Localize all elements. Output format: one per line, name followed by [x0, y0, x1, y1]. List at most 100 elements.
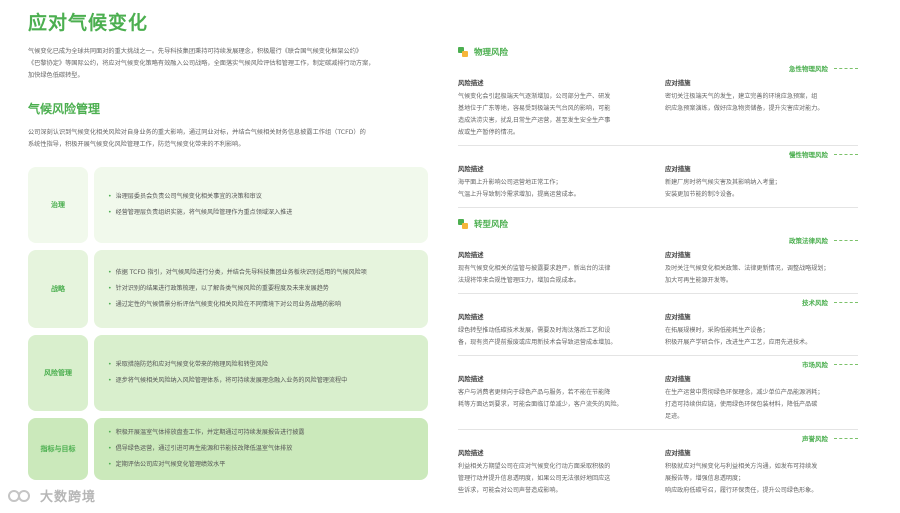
left-column: 应对气候变化 气候变化已成为全球共同面对的重大挑战之一。先导科技集团秉持可持续发… — [28, 8, 428, 487]
row-body: 治理层委员会负责公司气候变化相关事宜的决策和审议 经营管理层负责组织实施，将气候… — [94, 167, 428, 243]
dashed-divider — [834, 239, 858, 241]
risk-subtype: 慢性物理风险 — [458, 148, 858, 160]
response-measures: 应对措施 新建厂房时将气候灾害及其影响纳入考量； 安装更加节能的制冷设备。 — [665, 164, 858, 201]
text-line: 绿色转型推动低碳技术发展，需要及时淘汰落后工艺和设 — [458, 327, 611, 334]
category-physical-risk: 物理风险 — [458, 44, 858, 60]
risk-heading: 风险描述 — [458, 165, 484, 173]
bullet-item: 逐步将气候相关风险纳入风险管理体系，将可持续发展理念融入业务的风险管理流程中 — [108, 373, 414, 389]
bullet-item: 经营管理层负责组织实施，将气候风险管理作为重点领域深入推进 — [108, 205, 414, 221]
risk-subtype-label: 急性物理风险 — [789, 65, 828, 73]
page-title: 应对气候变化 — [28, 12, 149, 34]
risk-subtype-label: 政策法律风险 — [789, 237, 828, 245]
category-transition-risk: 转型风险 — [458, 216, 858, 232]
risk-subtype-label: 技术风险 — [802, 299, 828, 307]
response-heading: 应对措施 — [665, 79, 691, 87]
category-title: 物理风险 — [474, 48, 509, 58]
text-line: 气温上升导致制冷需求增加，提高运营成本。 — [458, 191, 580, 198]
text-line: 管理行动并提升信息透明度，如果公司无法很好地回应这 — [458, 475, 611, 482]
response-measures: 应对措施 在生产运营中贯彻绿色环保理念，减少单位产品能源消耗； 打造可持续供应链… — [665, 374, 858, 423]
response-measures: 应对措施 积极就应对气候变化与利益相关方沟通，如发布可持续发 展报告等，增强信息… — [665, 448, 858, 497]
risk-block: 风险描述 客户与消费者更倾向于绿色产品与服务，若不能在节能降 耗等方面达到要求，… — [458, 370, 858, 430]
dashed-divider — [834, 67, 858, 69]
risk-subtype: 市场风险 — [458, 358, 858, 370]
row-label: 治理 — [28, 167, 88, 243]
text-line: 织应急预案演练，做好应急物资储备，提升灾害应对能力。 — [665, 105, 824, 112]
text-line: 法规将带来合规性管理压力，增加合规成本。 — [458, 277, 580, 284]
response-measures: 应对措施 在拓展规模时，采购低能耗生产设备； 积极开展产学研合作，改进生产工艺，… — [665, 312, 858, 349]
dashed-divider — [834, 153, 858, 155]
text-line: 利益相关方期望公司在应对气候变化行动方面采取积极的 — [458, 463, 611, 470]
row-label: 指标与目标 — [28, 418, 88, 480]
risk-description: 风险描述 海平面上升影响公司运营地正常工作； 气温上升导致制冷需求增加，提高运营… — [458, 164, 651, 201]
risk-heading: 风险描述 — [458, 449, 484, 457]
text-line: 造成洪涝灾害，扰乱日常生产运营，甚至发生安全生产事 — [458, 117, 611, 124]
risk-heading: 风险描述 — [458, 313, 484, 321]
tcfd-row-risk-management: 风险管理 采取措施防范和应对气候变化带来的物理风险和转型风险 逐步将气候相关风险… — [28, 335, 428, 411]
text-line: 现有气候变化相关的监管与披露要求趋严，新出台的法律 — [458, 265, 611, 272]
text-line: 安装更加节能的制冷设备。 — [665, 191, 739, 198]
intro-line: 《巴黎协定》等国际公约，将应对气候变化策略有效融入公司战略，全面落实气候风险评估… — [28, 60, 375, 67]
intro-paragraph: 气候变化已成为全球共同面对的重大挑战之一。先导科技集团秉持可持续发展理念，积极履… — [28, 46, 428, 82]
risk-subtype: 技术风险 — [458, 296, 858, 308]
response-heading: 应对措施 — [665, 251, 691, 259]
right-column: 物理风险 急性物理风险 风险描述 气候变化会引起极端天气逐渐增加，公司部分生产、… — [458, 44, 858, 503]
bullet-item: 治理层委员会负责公司气候变化相关事宜的决策和审议 — [108, 189, 414, 205]
dashed-divider — [834, 437, 858, 439]
risk-description: 风险描述 绿色转型推动低碳技术发展，需要及时淘汰落后工艺和设 备，现有资产提前报… — [458, 312, 651, 349]
bullet-item: 定期评估公司应对气候变化管理绩效水平 — [108, 457, 414, 473]
watermark-text: 大数跨境 — [40, 490, 97, 505]
text-line: 故或生产暂停的情况。 — [458, 129, 519, 136]
text-line: 耗等方面达到要求，可能会面临订单减少，客户流失的风险。 — [458, 401, 623, 408]
risk-subtype: 声誉风险 — [458, 432, 858, 444]
tcfd-rows: 治理 治理层委员会负责公司气候变化相关事宜的决策和审议 经营管理层负责组织实施，… — [28, 167, 428, 480]
text-line: 在生产运营中贯彻绿色环保理念，减少单位产品能源消耗； — [665, 389, 824, 396]
response-heading: 应对措施 — [665, 449, 691, 457]
text-line: 些诉求，可能会对公司声誉造成影响。 — [458, 487, 562, 494]
row-label: 风险管理 — [28, 335, 88, 411]
dashed-divider — [834, 301, 858, 303]
risk-heading: 风险描述 — [458, 79, 484, 87]
text-line: 基地位于广东等地，容易受到极端天气台风的影响，可能 — [458, 105, 611, 112]
risk-description: 风险描述 现有气候变化相关的监管与披露要求趋严，新出台的法律 法规将带来合规性管… — [458, 250, 651, 287]
row-body: 采取措施防范和应对气候变化带来的物理风险和转型风险 逐步将气候相关风险纳入风险管… — [94, 335, 428, 411]
report-page: 应对气候变化 气候变化已成为全球共同面对的重大挑战之一。先导科技集团秉持可持续发… — [0, 0, 900, 513]
text-line: 及时关注气候变化相关政策、法律更新情况，调整战略规划； — [665, 265, 830, 272]
section-intro: 公司深刻认识到气候变化相关风险对自身业务的重大影响，通过同业对标，并结合气候相关… — [28, 127, 428, 151]
row-label: 战略 — [28, 250, 88, 328]
risk-block: 风险描述 绿色转型推动低碳技术发展，需要及时淘汰落后工艺和设 备，现有资产提前报… — [458, 308, 858, 356]
tcfd-row-strategy: 战略 依据 TCFD 指引，对气候风险进行分类，并结合先导科技集团业务板块识别适… — [28, 250, 428, 328]
category-square-icon — [458, 47, 468, 57]
risk-block: 风险描述 现有气候变化相关的监管与披露要求趋严，新出台的法律 法规将带来合规性管… — [458, 246, 858, 294]
risk-subtype-label: 慢性物理风险 — [789, 151, 828, 159]
text-line: 打造可持续供应链，使用绿色环保包装材料，降低产品碳 — [665, 401, 818, 408]
section-intro-line: 公司深刻认识到气候变化相关风险对自身业务的重大影响，通过同业对标，并结合气候相关… — [28, 129, 366, 136]
category-title: 转型风险 — [474, 220, 509, 230]
category-square-icon — [458, 219, 468, 229]
bullet-item: 采取措施防范和应对气候变化带来的物理风险和转型风险 — [108, 357, 414, 373]
text-line: 积极就应对气候变化与利益相关方沟通，如发布可持续发 — [665, 463, 818, 470]
bullet-item: 依据 TCFD 指引，对气候风险进行分类，并结合先导科技集团业务板块识别适用的气… — [108, 265, 414, 281]
response-heading: 应对措施 — [665, 313, 691, 321]
text-line: 客户与消费者更倾向于绿色产品与服务，若不能在节能降 — [458, 389, 611, 396]
intro-line: 加快绿色低碳转型。 — [28, 72, 84, 79]
text-line: 响应政府低碳号召，履行环保责任，提升公司绿色形象。 — [665, 487, 818, 494]
text-line: 新建厂房时将气候灾害及其影响纳入考量； — [665, 179, 781, 186]
text-line: 备，现有资产提前报废或应用新技术会导致运营成本增加。 — [458, 339, 617, 346]
risk-heading: 风险描述 — [458, 251, 484, 259]
risk-subtype-label: 市场风险 — [802, 361, 828, 369]
dashed-divider — [834, 363, 858, 365]
section-title: 气候风险管理 — [28, 102, 101, 116]
watermark: 大数跨境 — [8, 486, 96, 505]
text-line: 在拓展规模时，采购低能耗生产设备； — [665, 327, 769, 334]
risk-description: 风险描述 气候变化会引起极端天气逐渐增加，公司部分生产、研发 基地位于广东等地，… — [458, 78, 651, 139]
text-line: 加大可再生能源开发等。 — [665, 277, 733, 284]
risk-description: 风险描述 客户与消费者更倾向于绿色产品与服务，若不能在节能降 耗等方面达到要求，… — [458, 374, 651, 423]
risk-subtype: 政策法律风险 — [458, 234, 858, 246]
bullet-item: 倡导绿色运营，通过引进可再生能源和节能技改降低温室气体排放 — [108, 441, 414, 457]
tcfd-row-metrics-targets: 指标与目标 积极开展温室气体排放盘查工作，并定期通过可持续发展报告进行披露 倡导… — [28, 418, 428, 480]
intro-line: 气候变化已成为全球共同面对的重大挑战之一。先导科技集团秉持可持续发展理念，积极履… — [28, 48, 363, 55]
bullet-item: 通过定性的气候情景分析评估气候变化相关风险在不同情境下对公司业务战略的影响 — [108, 297, 414, 313]
section-intro-line: 系统性指导，积极开展气候变化风险管理工作，防范气候变化带来的不利影响。 — [28, 141, 245, 148]
text-line: 足迹。 — [665, 413, 684, 420]
response-measures: 应对措施 密切关注极端天气的发生，建立完善的环境应急预案，组 织应急预案演练，做… — [665, 78, 858, 139]
